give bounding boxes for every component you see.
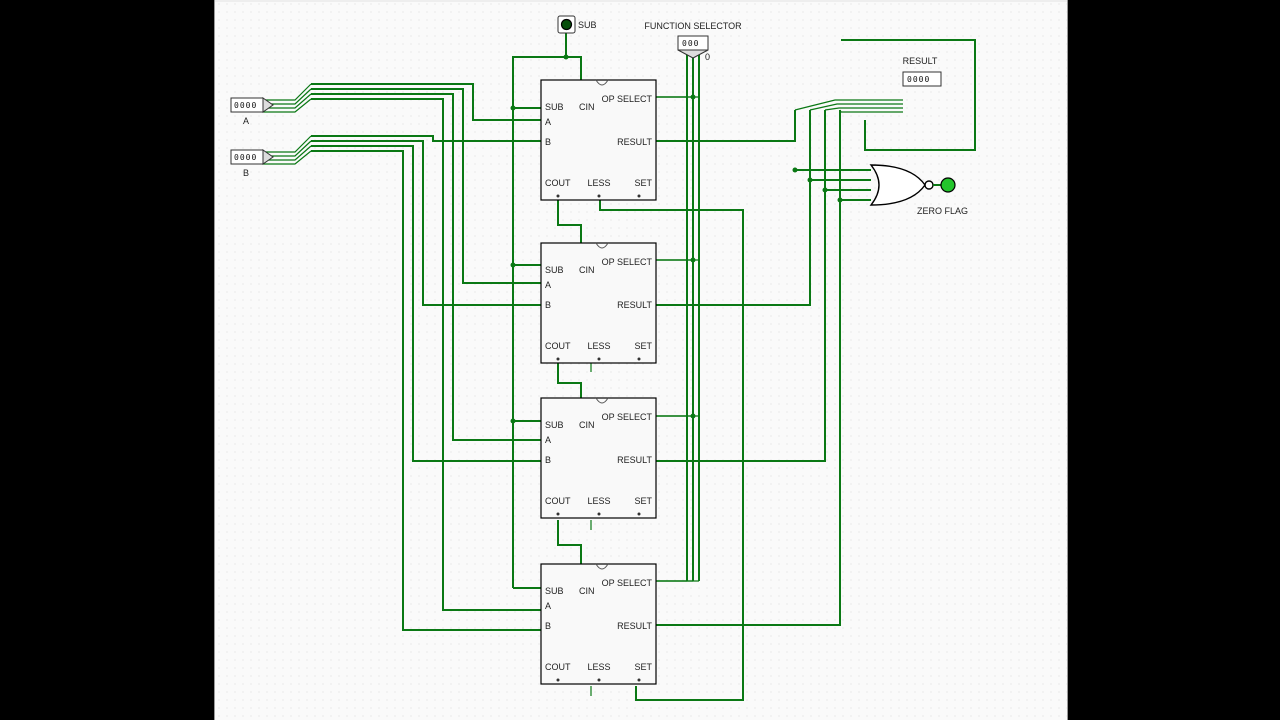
- funcsel-tri-out: 0: [705, 52, 710, 62]
- svg-text:SET: SET: [634, 178, 652, 188]
- svg-text:B: B: [545, 137, 551, 147]
- zero-flag-label: ZERO FLAG: [917, 206, 968, 216]
- gate-nor-zero: ZERO FLAG: [871, 165, 968, 216]
- input-function-selector[interactable]: FUNCTION SELECTOR 000: [644, 21, 742, 58]
- a-value: 0000: [234, 101, 257, 110]
- funcsel-label: FUNCTION SELECTOR: [644, 21, 742, 31]
- svg-text:B: B: [545, 455, 551, 465]
- svg-text:COUT: COUT: [545, 341, 571, 351]
- svg-text:OP SELECT: OP SELECT: [602, 412, 653, 422]
- svg-text:A: A: [545, 601, 551, 611]
- input-sub[interactable]: SUB: [558, 16, 597, 33]
- svg-text:LESS: LESS: [587, 178, 610, 188]
- wire-b-bus: [263, 136, 541, 630]
- result-label: RESULT: [903, 56, 938, 66]
- wire-opselect-bus: 0: [656, 50, 710, 581]
- alu-slice-1[interactable]: SUB CIN OP SELECT A B RESULT COUT LESS S…: [541, 243, 656, 363]
- output-result: RESULT 0000: [903, 56, 941, 86]
- svg-text:LESS: LESS: [587, 341, 610, 351]
- circuit-canvas[interactable]: 0 SUB FUNCTION S: [214, 0, 1068, 720]
- svg-text:RESULT: RESULT: [617, 621, 652, 631]
- alu-slice-3[interactable]: SUB CIN OP SELECT A B RESULT COUT LESS S…: [541, 564, 656, 684]
- svg-text:SUB: SUB: [545, 265, 564, 275]
- svg-text:CIN: CIN: [579, 265, 595, 275]
- svg-text:A: A: [545, 280, 551, 290]
- funcsel-value: 000: [682, 39, 699, 48]
- svg-text:RESULT: RESULT: [617, 137, 652, 147]
- svg-text:A: A: [545, 117, 551, 127]
- svg-text:CIN: CIN: [579, 586, 595, 596]
- svg-text:RESULT: RESULT: [617, 300, 652, 310]
- svg-text:SET: SET: [634, 662, 652, 672]
- svg-text:OP SELECT: OP SELECT: [602, 578, 653, 588]
- b-label: B: [243, 168, 249, 178]
- svg-text:OP SELECT: OP SELECT: [602, 94, 653, 104]
- svg-text:LESS: LESS: [587, 496, 610, 506]
- svg-text:B: B: [545, 300, 551, 310]
- svg-text:OP SELECT: OP SELECT: [602, 257, 653, 267]
- svg-text:B: B: [545, 621, 551, 631]
- a-label: A: [243, 116, 249, 126]
- schematic-svg: 0 SUB FUNCTION S: [215, 0, 1067, 720]
- b-value: 0000: [234, 153, 257, 162]
- pillarbox-right: [1066, 0, 1280, 720]
- pillarbox-left: [0, 0, 214, 720]
- svg-text:SUB: SUB: [545, 102, 564, 112]
- alu-slice-2[interactable]: SUB CIN OP SELECT A B RESULT COUT LESS S…: [541, 398, 656, 518]
- svg-text:COUT: COUT: [545, 662, 571, 672]
- sub-label: SUB: [578, 20, 597, 30]
- svg-text:SET: SET: [634, 496, 652, 506]
- svg-text:COUT: COUT: [545, 178, 571, 188]
- svg-text:LESS: LESS: [587, 662, 610, 672]
- svg-text:RESULT: RESULT: [617, 455, 652, 465]
- result-value: 0000: [907, 75, 930, 84]
- svg-text:COUT: COUT: [545, 496, 571, 506]
- svg-text:CIN: CIN: [579, 102, 595, 112]
- svg-text:SET: SET: [634, 341, 652, 351]
- svg-text:SUB: SUB: [545, 586, 564, 596]
- zero-flag-led-icon: [941, 178, 955, 192]
- svg-text:CIN: CIN: [579, 420, 595, 430]
- svg-text:SUB: SUB: [545, 420, 564, 430]
- alu-slice-0[interactable]: SUB CIN OP SELECT A B RESULT COUT LESS S…: [541, 80, 656, 200]
- svg-text:A: A: [545, 435, 551, 445]
